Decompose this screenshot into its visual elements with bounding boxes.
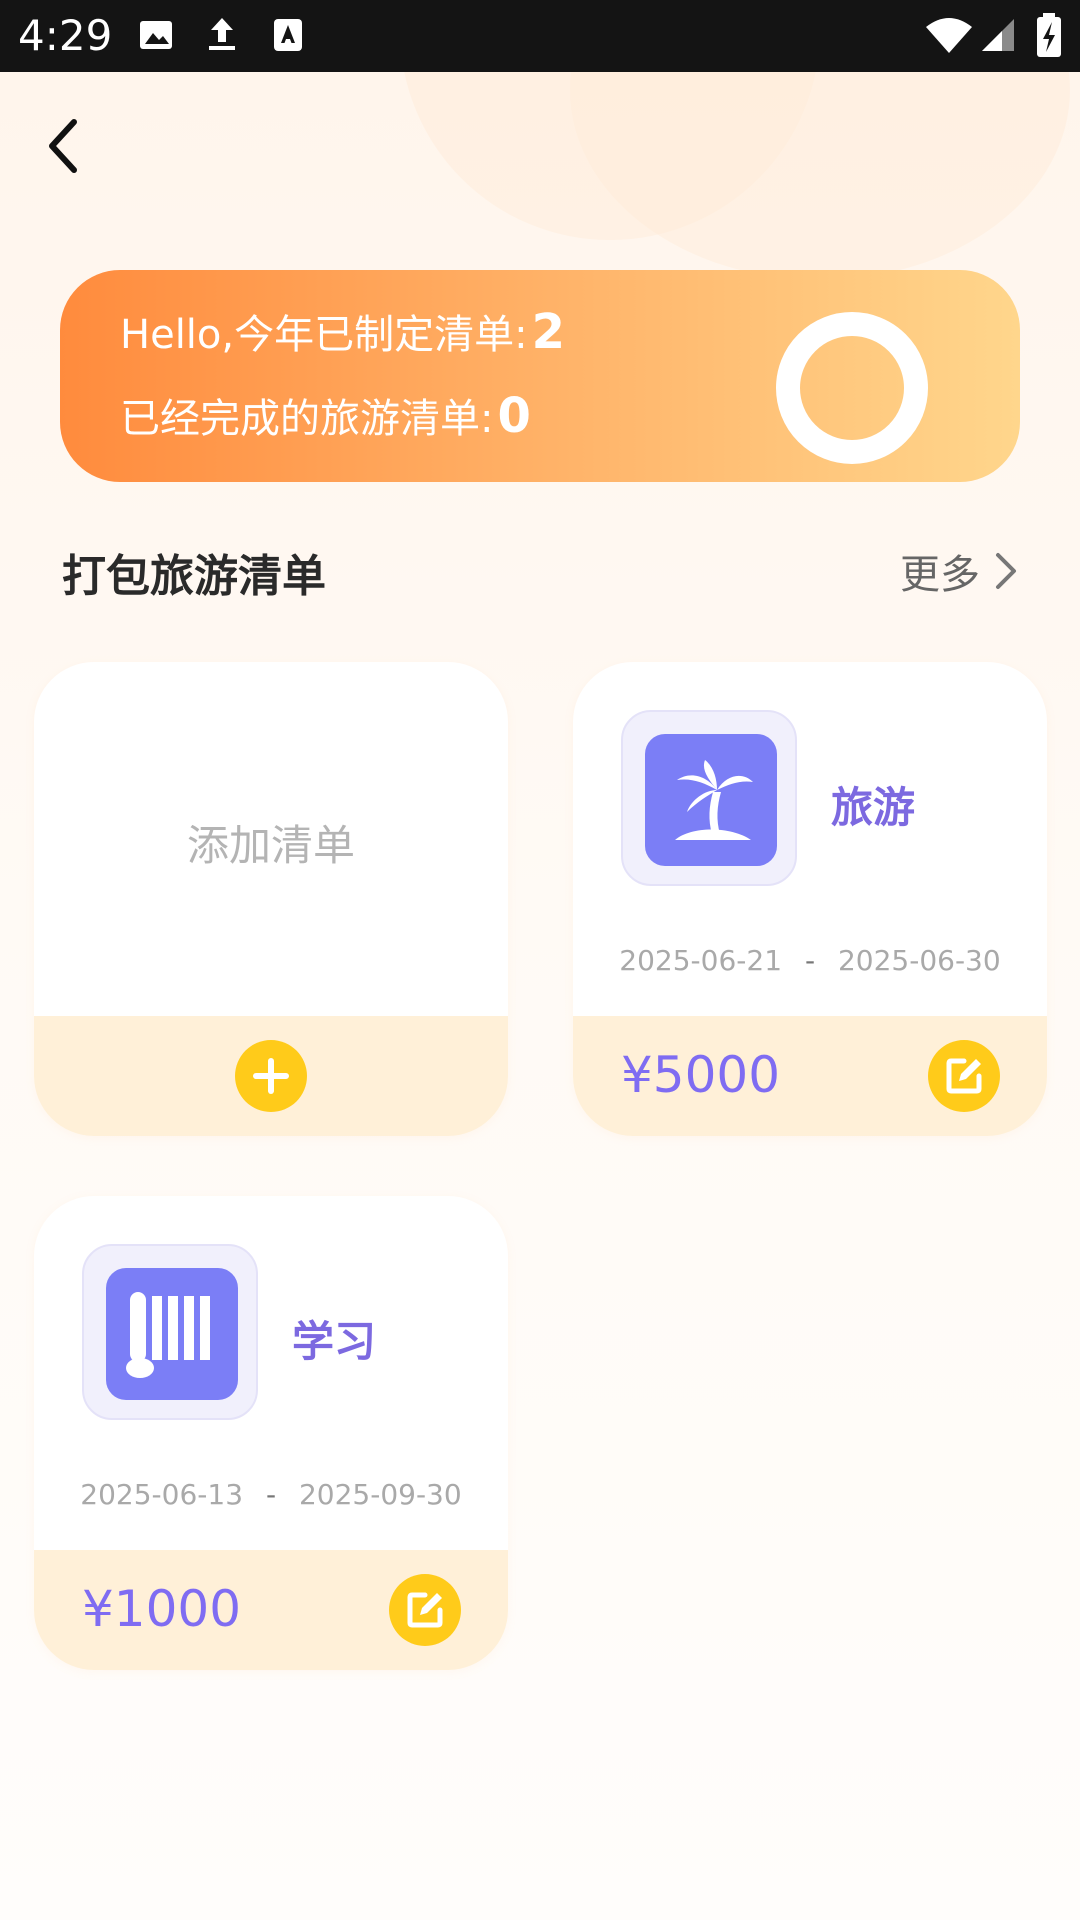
list-start-date: 2025-06-13: [80, 1478, 244, 1511]
list-name: 学习: [292, 1317, 377, 1366]
list-date-range: 2025-06-21 - 2025-06-30: [573, 944, 1047, 977]
edit-list-button[interactable]: [389, 1574, 461, 1646]
planned-lists-label: Hello,今年已制定清单:: [120, 312, 528, 358]
chevron-right-icon: [996, 553, 1016, 589]
edit-icon: [407, 1592, 443, 1628]
list-icon-frame: [621, 710, 797, 886]
text-icon: [274, 19, 302, 51]
battery-icon: [1037, 13, 1061, 57]
status-time: 4:29: [18, 11, 113, 60]
list-icon-tile: [645, 734, 777, 866]
list-card-study[interactable]: 学习 2025-06-13 - 2025-09-30 ¥1000: [34, 1196, 508, 1670]
add-list-button[interactable]: [235, 1040, 307, 1112]
card-footer: ¥5000: [573, 1016, 1047, 1136]
image-icon: [140, 21, 172, 49]
list-budget: ¥1000: [82, 1580, 242, 1638]
date-separator: -: [804, 944, 816, 977]
section-title: 打包旅游清单: [62, 551, 326, 602]
completed-lists-label: 已经完成的旅游清单:: [120, 396, 494, 442]
completed-lists-count: 0: [497, 388, 531, 444]
books-icon: [126, 1292, 210, 1378]
more-label: 更多: [900, 552, 980, 598]
planned-lists-count: 2: [531, 304, 565, 360]
list-name: 旅游: [831, 783, 916, 832]
progress-ring-icon: [776, 312, 928, 464]
list-icon-frame: [82, 1244, 258, 1420]
card-footer: [34, 1016, 508, 1136]
chevron-left-icon: [49, 119, 77, 173]
plus-icon: [253, 1058, 289, 1094]
add-list-label: 添加清单: [186, 821, 355, 870]
date-separator: -: [265, 1478, 277, 1511]
add-list-card[interactable]: 添加清单: [34, 662, 508, 1136]
summary-banner: Hello,今年已制定清单:2 已经完成的旅游清单:0: [60, 270, 1020, 482]
list-date-range: 2025-06-13 - 2025-09-30: [34, 1478, 508, 1511]
card-footer: ¥1000: [34, 1550, 508, 1670]
wifi-icon: [926, 18, 972, 53]
more-link[interactable]: 更多: [900, 542, 1020, 600]
upload-icon: [209, 18, 235, 50]
list-card-travel[interactable]: 旅游 2025-06-21 - 2025-06-30 ¥5000: [573, 662, 1047, 1136]
back-button[interactable]: [32, 110, 92, 182]
status-bar: 4:29: [0, 0, 1080, 72]
edit-icon: [946, 1058, 982, 1094]
planned-lists-row: Hello,今年已制定清单:2: [120, 302, 565, 360]
palm-tree-icon: [675, 760, 753, 840]
list-end-date: 2025-06-30: [837, 944, 1001, 977]
list-budget: ¥5000: [621, 1046, 781, 1104]
list-icon-tile: [106, 1268, 238, 1400]
list-end-date: 2025-09-30: [298, 1478, 462, 1511]
signal-icon: [982, 19, 1014, 51]
list-start-date: 2025-06-21: [619, 944, 783, 977]
edit-list-button[interactable]: [928, 1040, 1000, 1112]
completed-lists-row: 已经完成的旅游清单:0: [120, 386, 531, 444]
